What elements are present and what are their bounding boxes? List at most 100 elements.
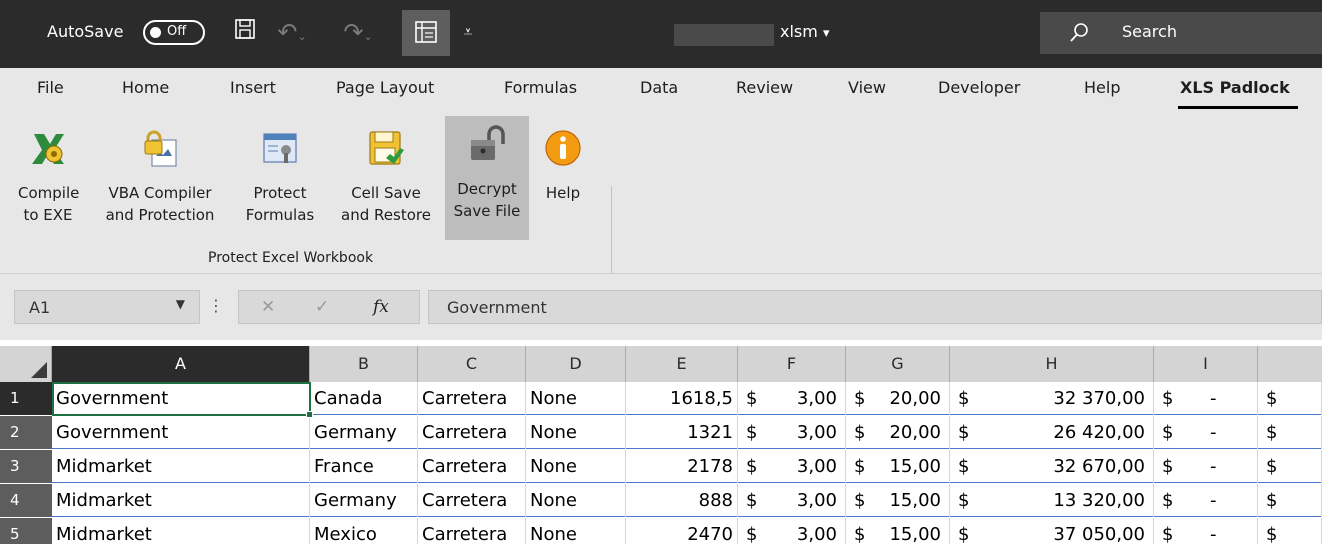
compile-to-exe-button[interactable]: Compile to EXE	[18, 120, 79, 244]
cell-c[interactable]: Carretera	[418, 518, 526, 544]
column-header-g[interactable]: G	[846, 346, 950, 382]
cell-i[interactable]: $ -	[1154, 484, 1258, 517]
cell-e[interactable]: 2470	[626, 518, 738, 544]
chevron-down-icon[interactable]: ▼	[176, 297, 185, 311]
cell-i[interactable]: $ -	[1154, 382, 1258, 415]
cell-b[interactable]: Mexico	[310, 518, 418, 544]
insert-function-icon[interactable]: fx	[373, 297, 389, 317]
cell-save-restore-button[interactable]: Cell Save and Restore	[330, 120, 442, 244]
column-header-f[interactable]: F	[738, 346, 846, 382]
cell-c[interactable]: Carretera	[418, 382, 526, 415]
tab-developer[interactable]: Developer	[938, 78, 1020, 97]
row-header[interactable]: 1	[0, 382, 52, 415]
cell-a[interactable]: Midmarket	[52, 518, 310, 544]
cell-g[interactable]: $15,00	[846, 450, 950, 483]
column-header-b[interactable]: B	[310, 346, 418, 382]
column-header-e[interactable]: E	[626, 346, 738, 382]
cell-f[interactable]: $3,00	[738, 518, 846, 544]
fill-handle[interactable]	[306, 411, 313, 418]
cell-f[interactable]: $3,00	[738, 484, 846, 517]
help-button[interactable]: Help	[534, 120, 592, 244]
cell-e[interactable]: 1321	[626, 416, 738, 449]
autosave-toggle[interactable]: Off	[143, 20, 205, 45]
column-header-c[interactable]: C	[418, 346, 526, 382]
column-header-h[interactable]: H	[950, 346, 1154, 382]
save-icon[interactable]	[230, 18, 260, 46]
customize-qat-icon[interactable]: ⩡	[456, 18, 480, 46]
tab-xls-padlock[interactable]: XLS Padlock	[1180, 78, 1290, 97]
cell-g[interactable]: $20,00	[846, 416, 950, 449]
cell-a[interactable]: Midmarket	[52, 484, 310, 517]
tab-formulas[interactable]: Formulas	[504, 78, 577, 97]
cell-d[interactable]: None	[526, 382, 626, 415]
filename[interactable]: xlsm ▾	[780, 22, 829, 41]
cell-g[interactable]: $15,00	[846, 484, 950, 517]
column-header-d[interactable]: D	[526, 346, 626, 382]
cell-a[interactable]: Government	[52, 416, 310, 449]
qat-form-button[interactable]	[402, 10, 450, 56]
cell-d[interactable]: None	[526, 416, 626, 449]
cell-h[interactable]: $37 050,00	[950, 518, 1154, 544]
cell-f[interactable]: $3,00	[738, 382, 846, 415]
cell-j[interactable]: $	[1258, 416, 1322, 449]
cell-b[interactable]: Germany	[310, 484, 418, 517]
cell-f[interactable]: $3,00	[738, 450, 846, 483]
cell-b[interactable]: Canada	[310, 382, 418, 415]
cell-e[interactable]: 2178	[626, 450, 738, 483]
cell-j[interactable]: $	[1258, 450, 1322, 483]
decrypt-save-file-button[interactable]: Decrypt Save File	[445, 116, 529, 240]
cell-d[interactable]: None	[526, 518, 626, 544]
cell-i[interactable]: $ -	[1154, 518, 1258, 544]
tab-data[interactable]: Data	[640, 78, 678, 97]
column-header-a[interactable]: A	[52, 346, 310, 382]
select-all-button[interactable]	[0, 346, 52, 382]
cell-g[interactable]: $20,00	[846, 382, 950, 415]
row-header[interactable]: 5	[0, 518, 52, 544]
tab-review[interactable]: Review	[736, 78, 793, 97]
cell-i[interactable]: $ -	[1154, 450, 1258, 483]
cell-c[interactable]: Carretera	[418, 416, 526, 449]
row-header[interactable]: 4	[0, 484, 52, 517]
column-header-i[interactable]: I	[1154, 346, 1258, 382]
cell-h[interactable]: $32 670,00	[950, 450, 1154, 483]
search-box[interactable]: Search	[1040, 12, 1322, 54]
tab-help[interactable]: Help	[1084, 78, 1120, 97]
protect-formulas-button[interactable]: Protect Formulas	[242, 120, 318, 244]
enter-icon[interactable]: ✓	[315, 297, 329, 317]
cell-a[interactable]: Midmarket	[52, 450, 310, 483]
row-header[interactable]: 3	[0, 450, 52, 483]
cell-a[interactable]: Government	[52, 382, 310, 415]
row-header[interactable]: 2	[0, 416, 52, 449]
cell-j[interactable]: $	[1258, 484, 1322, 517]
cell-h[interactable]: $32 370,00	[950, 382, 1154, 415]
redo-icon[interactable]: ↷⌄	[338, 18, 378, 46]
tab-view[interactable]: View	[848, 78, 886, 97]
more-options-icon[interactable]: ⋮	[208, 296, 224, 315]
cell-j[interactable]: $	[1258, 382, 1322, 415]
cell-b[interactable]: Germany	[310, 416, 418, 449]
name-box[interactable]: A1 ▼	[14, 290, 200, 324]
cell-e[interactable]: 888	[626, 484, 738, 517]
form-icon	[415, 21, 437, 43]
cell-d[interactable]: None	[526, 484, 626, 517]
cell-i[interactable]: $ -	[1154, 416, 1258, 449]
cell-e[interactable]: 1618,5	[626, 382, 738, 415]
cell-c[interactable]: Carretera	[418, 450, 526, 483]
column-header-j[interactable]	[1258, 346, 1322, 382]
cell-h[interactable]: $26 420,00	[950, 416, 1154, 449]
cell-d[interactable]: None	[526, 450, 626, 483]
tab-home[interactable]: Home	[122, 78, 169, 97]
tab-page-layout[interactable]: Page Layout	[336, 78, 434, 97]
cell-h[interactable]: $13 320,00	[950, 484, 1154, 517]
cell-g[interactable]: $15,00	[846, 518, 950, 544]
tab-insert[interactable]: Insert	[230, 78, 276, 97]
cell-j[interactable]: $	[1258, 518, 1322, 544]
undo-icon[interactable]: ↶⌄	[272, 18, 312, 46]
vba-compiler-button[interactable]: VBA Compiler and Protection	[82, 120, 238, 244]
formula-input[interactable]: Government	[428, 290, 1322, 324]
cell-f[interactable]: $3,00	[738, 416, 846, 449]
cell-c[interactable]: Carretera	[418, 484, 526, 517]
cancel-icon[interactable]: ✕	[261, 297, 275, 317]
tab-file[interactable]: File	[37, 78, 64, 97]
cell-b[interactable]: France	[310, 450, 418, 483]
